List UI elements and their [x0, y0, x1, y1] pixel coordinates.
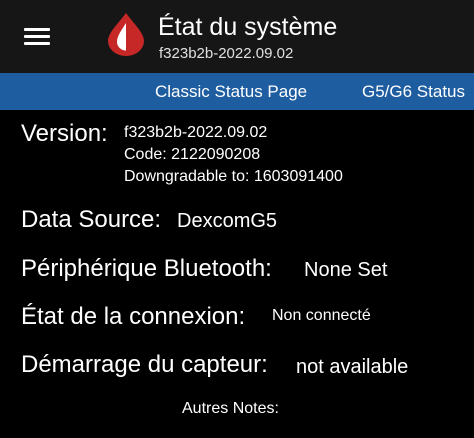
other-notes-label: Autres Notes: — [182, 400, 279, 417]
connection-state-label: État de la connexion: — [21, 303, 246, 330]
version-downgradable: Downgradable to: 1603091400 — [124, 168, 343, 185]
app-bar: État du système f323b2b-2022.09.02 — [0, 0, 474, 73]
data-source-label: Data Source: — [21, 206, 162, 233]
data-source-value: DexcomG5 — [177, 210, 278, 232]
page-subtitle: f323b2b-2022.09.02 — [159, 45, 294, 62]
version-code: Code: 2122090208 — [124, 146, 261, 163]
sensor-start-value: not available — [296, 356, 409, 378]
version-info: f323b2b-2022.09.02 Code: 2122090208 Down… — [124, 122, 343, 188]
bluetooth-device-label: Périphérique Bluetooth: — [21, 255, 272, 282]
tab-g5-g6-status[interactable]: G5/G6 Status — [362, 82, 465, 102]
connection-state-value: Non connecté — [272, 307, 371, 324]
tab-bar: Classic Status Page G5/G6 Status — [0, 73, 474, 110]
hamburger-menu-icon[interactable] — [24, 28, 50, 46]
version-string: f323b2b-2022.09.02 — [124, 124, 268, 141]
page-title: État du système — [158, 13, 338, 41]
sensor-start-label: Démarrage du capteur: — [21, 351, 268, 378]
tab-classic-status-page[interactable]: Classic Status Page — [155, 82, 307, 102]
status-content: Version: f323b2b-2022.09.02 Code: 212209… — [0, 110, 474, 438]
version-label: Version: — [21, 120, 108, 147]
bluetooth-device-value: None Set — [304, 259, 388, 281]
blood-drop-logo-icon — [108, 13, 144, 56]
